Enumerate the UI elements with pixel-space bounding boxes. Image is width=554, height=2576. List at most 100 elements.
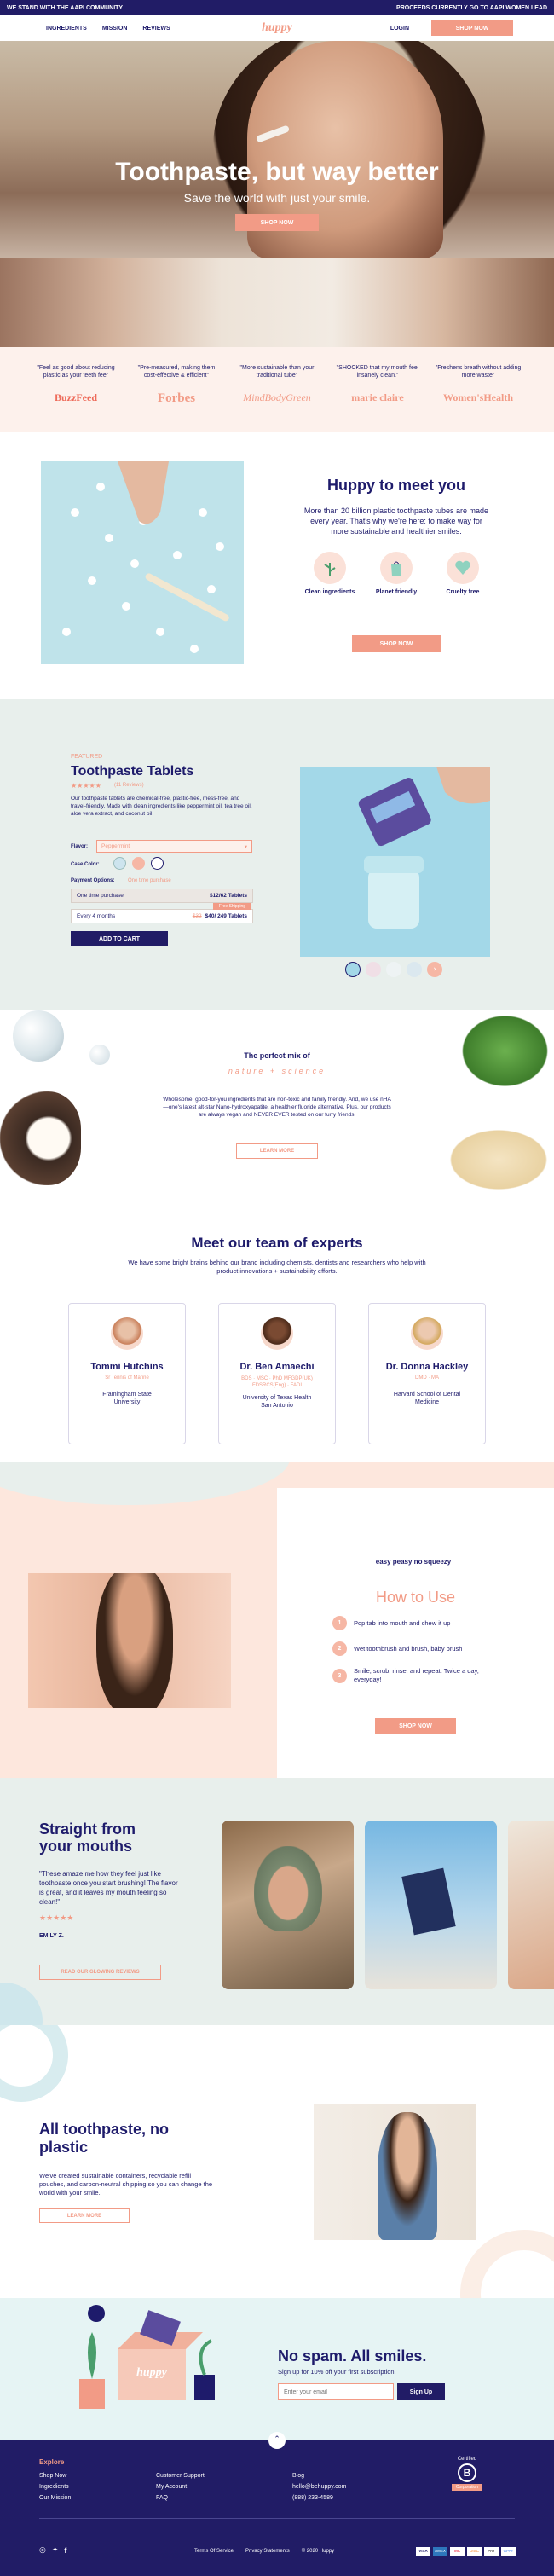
read-reviews-button[interactable]: READ OUR GLOWING REVIEWS [39,1965,161,1980]
expert-card-tommi: Tommi Hutchins Sr Tennis of Marine Frami… [68,1303,186,1444]
expert-role: Sr Tennis of Marine [69,1375,185,1381]
payment-icons: VISA AMEX MC DISC PAY GPAY [416,2547,516,2556]
footer-divider [39,2518,515,2519]
option-subscription[interactable]: Every 4 months$40/ 249 Tablets$32 [71,909,253,923]
signup-text: Sign up for 10% off your first subscript… [278,2368,396,2376]
payment-options-label: Payment Options: [71,878,114,883]
expert-card-ben: Dr. Ben Amaechi BDS · MSC · PhD MFGDP(UK… [218,1303,336,1444]
product-photo [300,767,490,957]
hero-title: Toothpaste, but way better [0,158,554,187]
signup-title: No spam. All smiles. [278,2347,426,2365]
hero-shop-now-button[interactable]: SHOP NOW [235,214,319,231]
bcorp-bottom-text: Corporation [452,2484,482,2491]
coconut-image [0,1091,81,1185]
footer-link[interactable]: Customer Support [156,2470,205,2481]
bcorp-top-text: Certified [452,2457,482,2462]
step-number: 1 [332,1616,347,1630]
howto-shop-now-button[interactable]: SHOP NOW [375,1718,456,1734]
buzzfeed-logo: BuzzFeed [32,391,120,404]
review-quote: "These amaze me how they feel just like … [39,1869,184,1907]
email-input[interactable] [278,2383,394,2400]
footer-link[interactable]: Blog [292,2470,346,2481]
footer-email[interactable]: hello@behuppy.com [292,2481,346,2492]
expert-school: University of Texas Health San Antonio [219,1394,335,1410]
product-thumb-3[interactable] [386,962,401,977]
review-photo-3[interactable] [508,1821,554,1989]
footer-phone[interactable]: (888) 233-4589 [292,2492,346,2504]
mix-learn-more-button[interactable]: LEARN MORE [236,1143,318,1159]
press-quote-buzzfeed: "Feel as good about reducing plastic as … [32,364,120,432]
footer-link[interactable]: Our Mission [39,2492,71,2504]
footer-link[interactable]: FAQ [156,2492,205,2504]
expert-name: Dr. Donna Hackley [369,1362,485,1372]
footer-col-1: Shop Now Ingredients Our Mission [39,2470,71,2504]
privacy-link[interactable]: Privacy Statements [245,2549,290,2554]
product-thumb-2[interactable] [366,962,381,977]
step-number: 2 [332,1641,347,1656]
announcement-left: WE STAND WITH THE AAPI COMMUNITY [7,5,123,11]
signup-button[interactable]: Sign Up [397,2383,445,2400]
huppy-logo[interactable]: huppy [262,21,292,35]
mix-arc-text: nature + science [0,1067,554,1075]
step-text: Pop tab into mouth and chew it up [354,1619,450,1627]
announcement-bar: WE STAND WITH THE AAPI COMMUNITY PROCEED… [0,0,554,15]
nav-mission[interactable]: MISSION [102,26,128,32]
copyright-text: © 2020 Huppy [302,2549,334,2554]
facebook-icon[interactable]: f [64,2546,66,2555]
option-old-price: $32 [193,913,202,919]
expert-role: DMD · MA [369,1375,485,1381]
footer-link[interactable]: Ingredients [39,2481,71,2492]
twitter-icon[interactable]: ✦ [52,2546,59,2555]
case-color-pink[interactable] [132,857,145,870]
hero-subtitle: Save the world with just your smile. [0,191,554,205]
chevron-down-icon: ▾ [245,843,247,850]
mix-text: Wholesome, good-for-you ingredients that… [162,1096,392,1119]
meet-section: Huppy to meet you More than 20 billion p… [0,432,554,699]
option-one-time[interactable]: One time purchase$12/62 Tablets [71,889,253,903]
plastic-text: We've created sustainable containers, re… [39,2172,218,2197]
nav-reviews[interactable]: REVIEWS [142,26,170,32]
case-color-blue[interactable] [113,857,126,870]
case-color-label: Case Color: [71,862,100,867]
terms-link[interactable]: Terms Of Service [194,2549,234,2554]
howto-title: How to Use [277,1589,554,1606]
feature-label: Cruelty free [437,589,488,595]
footer-col-3: Blog hello@behuppy.com (888) 233-4589 [292,2470,346,2504]
site-footer: Explore Shop Now Ingredients Our Mission… [0,2440,554,2576]
footer-link[interactable]: My Account [156,2481,205,2492]
footer-link[interactable]: Shop Now [39,2470,71,2481]
product-thumb-4[interactable] [407,962,422,977]
step-text: Wet toothbrush and brush, baby brush [354,1645,462,1653]
plastic-learn-more-button[interactable]: LEARN MORE [39,2208,130,2223]
howto-step: 3Smile, scrub, rinse, and repeat. Twice … [332,1667,528,1684]
avatar [111,1317,143,1350]
press-quote-text: "SHOCKED that my mouth feel insanely cle… [333,364,422,379]
expert-card-donna: Dr. Donna Hackley DMD · MA Harvard Schoo… [368,1303,486,1444]
review-photo-2[interactable] [365,1821,497,1989]
case-color-white[interactable] [151,857,164,870]
social-icons: ◎ ✦ f [39,2546,66,2555]
review-person-figure [254,1846,322,1931]
howto-arc-text: easy peasy no squeezy [375,1558,452,1566]
meet-shop-now-button[interactable]: SHOP NOW [352,635,441,652]
product-thumb-1[interactable] [345,962,361,977]
bcorp-b-icon: B [458,2463,476,2482]
login-link[interactable]: LOGIN [390,26,409,32]
add-to-cart-button[interactable]: ADD TO CART [71,931,168,946]
rating-stars: ★★★★★ [71,782,101,790]
instagram-icon[interactable]: ◎ [39,2546,46,2555]
review-count[interactable]: (11 Reviews) [114,783,144,788]
payment-options-note: One time purchase [128,878,171,883]
main-nav: INGREDIENTS MISSION REVIEWS huppy LOGIN … [0,15,554,41]
review-photo-1[interactable] [222,1821,354,1989]
bag-icon [380,552,413,584]
scroll-top-icon[interactable]: ⌃ [268,2432,286,2449]
nav-shop-now-button[interactable]: SHOP NOW [431,20,513,36]
next-arrow-icon[interactable]: › [427,962,442,977]
womenshealth-logo: Women'sHealth [434,391,522,404]
deco-circle [0,1983,43,2025]
announcement-right[interactable]: PROCEEDS CURRENTLY GO TO AAPI WOMEN LEAD [396,5,547,11]
nav-ingredients[interactable]: INGREDIENTS [46,26,87,32]
flavor-select[interactable]: Peppermint▾ [96,840,252,853]
woman-figure [378,2112,437,2240]
